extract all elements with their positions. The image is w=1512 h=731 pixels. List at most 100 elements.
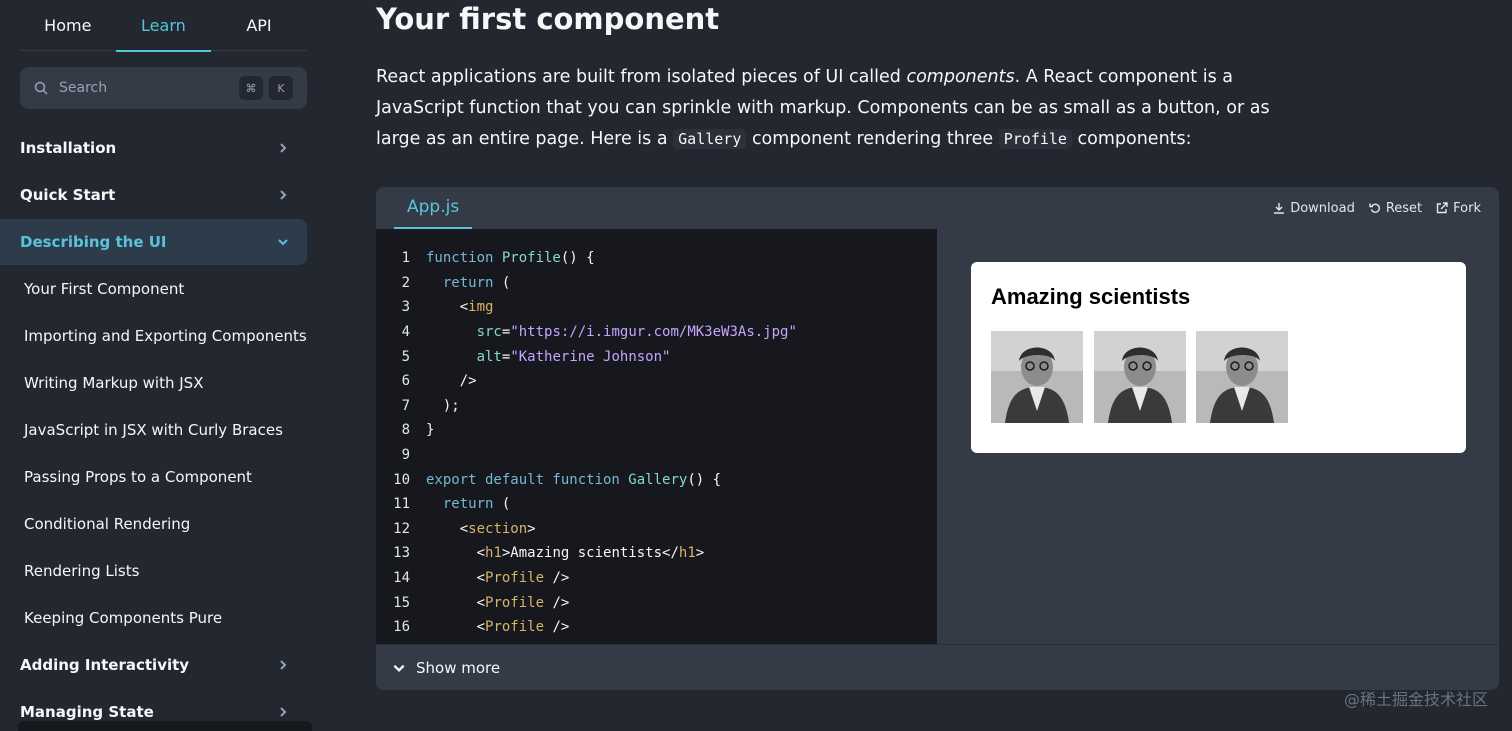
sidebar-item-your-first-component[interactable]: Your First Component (24, 269, 307, 309)
code-token: () { (687, 471, 722, 488)
code-token: /> (544, 594, 570, 611)
sidebar-item-writing-markup-jsx[interactable]: Writing Markup with JSX (24, 363, 307, 403)
reset-icon (1369, 203, 1380, 213)
code-line: 1 function Profile() { (376, 246, 595, 271)
sidebar-item-passing-props[interactable]: Passing Props to a Component (24, 457, 307, 497)
code-token: < (426, 299, 469, 316)
show-more-button[interactable]: Show more (376, 644, 1499, 690)
sidebar-item-rendering-lists[interactable]: Rendering Lists (24, 551, 307, 591)
code-line: 4 src = "https://i.imgur.com/MK3eW3As.jpg" (376, 320, 797, 345)
code-sandbox: App.js Download Reset Fork 1 function Pro… (376, 187, 1499, 690)
chevron-right-icon (280, 660, 287, 670)
code-line: 12 < section > (376, 517, 536, 542)
sidebar-item-keeping-components-pure[interactable]: Keeping Components Pure (24, 598, 307, 638)
tab-learn[interactable]: Learn (115, 0, 212, 52)
watermark: @稀土掘金技术社区 (1343, 690, 1488, 709)
code-token: = (501, 348, 511, 365)
sidebar-bottom-bar (18, 721, 312, 731)
line-number: 1 (401, 250, 410, 267)
code-token: return (442, 496, 494, 513)
code-token: "https://i.imgur.com/MK3eW3As.jpg" (510, 324, 797, 341)
search-input[interactable]: Search ⌘ K (20, 67, 307, 109)
sidebar-section-label: Adding Interactivity (20, 656, 190, 674)
sidebar-item-importing-exporting[interactable]: Importing and Exporting Components (24, 316, 307, 356)
code-token: = (501, 324, 511, 341)
code-token: "Katherine Johnson" (510, 348, 671, 365)
intro-emphasis: components (906, 67, 1015, 87)
code-token: img (468, 299, 494, 316)
line-number: 4 (401, 324, 410, 341)
code-token: Gallery (628, 471, 688, 488)
file-tab-app-js[interactable]: App.js (394, 187, 473, 229)
code-token: src (476, 324, 502, 341)
code-editor[interactable]: 1 function Profile() {2 return (3 < img 4 s… (376, 229, 937, 644)
sidebar-item-javascript-in-jsx[interactable]: JavaScript in JSX with Curly Braces (24, 410, 307, 450)
line-number: 3 (401, 299, 410, 316)
code-token: /> (544, 619, 570, 636)
line-number: 16 (393, 619, 410, 636)
sidebar-section-quick-start[interactable]: Quick Start (0, 172, 307, 218)
code-token: section (468, 520, 528, 537)
portrait-photo (991, 331, 1083, 423)
download-button[interactable]: Download (1273, 201, 1355, 216)
tab-api[interactable]: API (211, 0, 307, 51)
chevron-right-icon (280, 190, 287, 200)
intro-text: component rendering three (746, 129, 999, 149)
reset-button[interactable]: Reset (1369, 201, 1422, 216)
code-token: () { (560, 250, 595, 267)
tab-home[interactable]: Home (20, 0, 116, 51)
code-token: Profile (485, 594, 545, 611)
code-line: 6 /> (376, 369, 477, 394)
code-line: 3 < img (376, 295, 494, 320)
code-line: 7 ); (376, 394, 460, 419)
sidebar-section-label: Managing State (20, 703, 154, 721)
intro-text: components: (1071, 129, 1192, 149)
code-token: > (527, 520, 536, 537)
sandbox-header: App.js Download Reset Fork (376, 187, 1499, 229)
sidebar-section-installation[interactable]: Installation (0, 125, 307, 171)
line-number: 7 (401, 397, 410, 414)
code-token: h1 (678, 545, 696, 562)
top-nav-tabs: Home Learn API (20, 0, 307, 52)
inline-code-gallery: Gallery (673, 129, 747, 149)
line-number: 15 (393, 594, 410, 611)
code-token: return (442, 274, 494, 291)
portrait-image (1196, 331, 1288, 423)
code-token: < (426, 570, 486, 587)
sidebar-section-label: Describing the UI (20, 233, 167, 251)
fork-label: Fork (1453, 200, 1481, 216)
line-number: 11 (393, 496, 410, 513)
portrait-photo (1094, 331, 1186, 423)
chevron-right-icon (280, 707, 287, 717)
code-token: < (426, 619, 486, 636)
code-token: /> (544, 570, 570, 587)
sidebar-item-conditional-rendering[interactable]: Conditional Rendering (24, 504, 307, 544)
search-placeholder: Search (59, 80, 108, 96)
line-number: 5 (401, 348, 410, 365)
code-token: < (426, 520, 469, 537)
sandbox-actions: Download Reset Fork (1273, 187, 1481, 229)
code-token: Profile (501, 250, 561, 267)
reset-label: Reset (1385, 200, 1423, 216)
sidebar-section-describing-the-ui[interactable]: Describing the UI (0, 219, 307, 265)
sidebar-section-adding-interactivity[interactable]: Adding Interactivity (0, 642, 307, 688)
code-token: >Amazing scientists</ (501, 545, 679, 562)
code-token: } (426, 422, 435, 439)
fork-button[interactable]: Fork (1436, 201, 1481, 216)
code-token: Profile (485, 570, 545, 587)
external-link-icon (1436, 202, 1448, 214)
code-line: 5 alt = "Katherine Johnson" (376, 344, 671, 369)
line-number: 6 (401, 373, 410, 390)
sidebar-section-label: Quick Start (20, 186, 116, 204)
sidebar: Home Learn API Search ⌘ K Installation Q… (0, 0, 312, 731)
line-number: 2 (401, 274, 410, 291)
code-line: 10 export default function Gallery() { (376, 467, 721, 492)
preview-heading: Amazing scientists (991, 284, 1191, 309)
code-token: > (695, 545, 705, 562)
code-line: 16 < Profile /> (376, 615, 569, 640)
code-token: Profile (485, 619, 545, 636)
code-line: 15 < Profile /> (376, 590, 569, 615)
